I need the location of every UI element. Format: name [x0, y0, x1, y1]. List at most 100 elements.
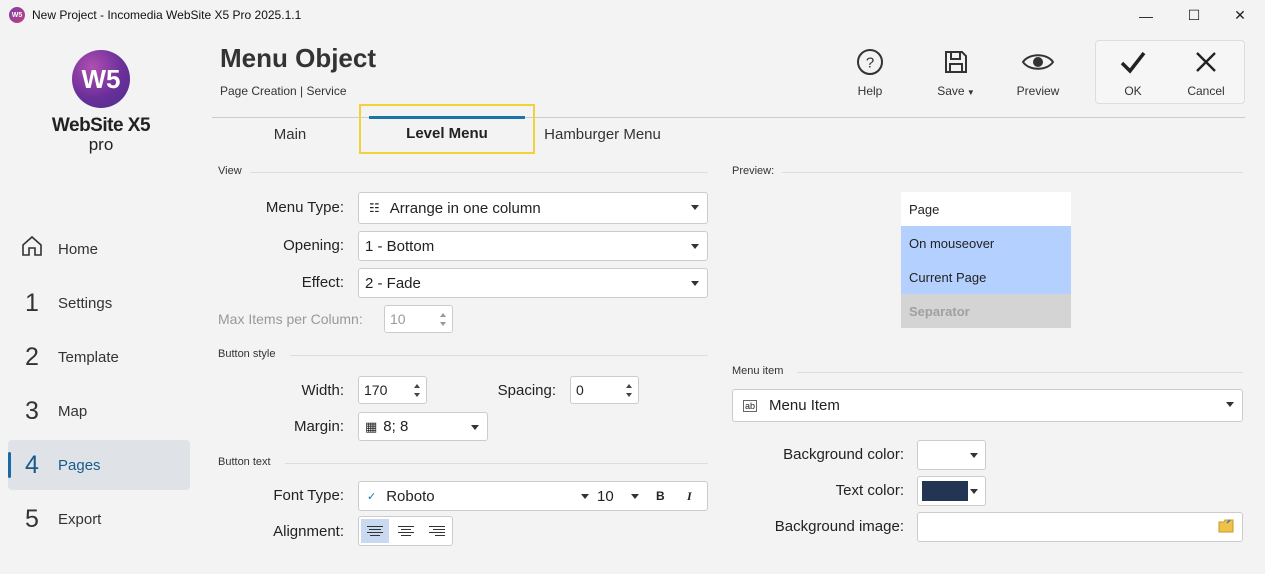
font-type-label: Font Type: [273, 487, 344, 504]
sidebar-item-label: Settings [58, 294, 113, 312]
breadcrumb: Page Creation | Service [220, 84, 347, 98]
logo-edition: pro [88, 135, 114, 154]
menu-type-label: Menu Type: [265, 199, 344, 216]
minimize-icon[interactable]: — [1123, 0, 1169, 31]
divider [285, 463, 708, 464]
divider [250, 172, 708, 173]
logo-name: WebSite X5 [51, 115, 151, 136]
save-label: Save [937, 84, 965, 98]
effect-value: 2 - Fade [365, 274, 421, 292]
checkmark-icon: ✓ [367, 490, 377, 503]
sidebar-item-label: Home [58, 240, 99, 258]
maximize-icon[interactable]: ☐ [1171, 0, 1217, 31]
document-icon: ☷ [369, 201, 380, 215]
page-title: Menu Object [220, 43, 377, 73]
bg-image-field[interactable] [917, 512, 1243, 542]
chevron-up-icon[interactable] [440, 313, 446, 317]
spacing-label: Spacing: [497, 382, 556, 399]
sidebar-item-export[interactable]: 5 Export [8, 494, 190, 544]
opening-value: 1 - Bottom [365, 237, 435, 255]
section-button-style: Button style [218, 348, 276, 360]
help-icon: ? [840, 46, 900, 78]
menu-item-select[interactable]: ab Menu Item [732, 389, 1243, 422]
max-items-label: Max Items per Column: [218, 311, 363, 327]
italic-button[interactable]: I [687, 489, 692, 504]
title-bar: W5 New Project - Incomedia WebSite X5 Pr… [0, 0, 1265, 31]
chevron-down-icon[interactable] [631, 494, 639, 499]
font-size-select[interactable]: 10 [597, 488, 614, 505]
step-number: 5 [25, 504, 39, 533]
help-button[interactable]: ? Help [840, 46, 900, 98]
chevron-down-icon [970, 489, 978, 494]
step-number: 2 [25, 342, 39, 371]
margin-select[interactable]: ▦ 8; 8 [358, 412, 488, 441]
effect-select[interactable]: 2 - Fade [358, 268, 708, 298]
x-icon [1176, 46, 1236, 78]
menu-type-select[interactable]: ☷ Arrange in one column [358, 192, 708, 224]
step-number: 4 [25, 450, 39, 479]
bg-color-swatch [922, 445, 968, 465]
section-menu-item: Menu item [732, 365, 784, 377]
sidebar-item-home[interactable]: Home [8, 224, 190, 274]
ok-button[interactable]: OK [1103, 46, 1163, 98]
alignment-group [358, 516, 453, 546]
chevron-down-icon: ▼ [964, 88, 975, 97]
chevron-down-icon[interactable] [414, 393, 420, 397]
preview-separator: Separator [901, 294, 1071, 328]
chevron-up-icon[interactable] [414, 384, 420, 388]
spacing-value: 0 [576, 382, 584, 398]
preview-button[interactable]: Preview [1008, 46, 1068, 98]
max-items-stepper[interactable]: 10 [384, 305, 453, 333]
chevron-up-icon[interactable] [626, 384, 632, 388]
logo-mark: W5 [72, 50, 130, 108]
checkmark-icon [1103, 46, 1163, 78]
save-button[interactable]: Save ▼ [926, 46, 986, 98]
sidebar-item-label: Export [58, 510, 102, 528]
align-left-icon[interactable] [361, 519, 389, 543]
chevron-down-icon[interactable] [626, 393, 632, 397]
margin-value: 8; 8 [383, 418, 409, 435]
step-number: 1 [25, 288, 39, 317]
step-number: 3 [25, 396, 39, 425]
opening-select[interactable]: 1 - Bottom [358, 231, 708, 261]
chevron-down-icon[interactable] [440, 322, 446, 326]
help-label: Help [857, 84, 883, 98]
sidebar-item-template[interactable]: 2 Template [8, 332, 190, 382]
width-label: Width: [301, 382, 344, 399]
text-color-swatch [922, 481, 968, 501]
close-window-icon[interactable]: ✕ [1217, 0, 1263, 31]
sidebar-item-label: Map [58, 402, 88, 420]
width-stepper[interactable]: 170 [358, 376, 427, 404]
bg-color-picker[interactable] [917, 440, 986, 470]
text-color-picker[interactable] [917, 476, 986, 506]
tab-main[interactable]: Main [240, 119, 340, 149]
align-right-icon[interactable] [423, 519, 451, 543]
sidebar-item-pages[interactable]: 4 Pages [8, 440, 190, 490]
margin-icon: ▦ [365, 418, 378, 434]
cancel-label: Cancel [1187, 84, 1225, 98]
divider [797, 372, 1243, 373]
bold-button[interactable]: B [656, 489, 665, 503]
sidebar-item-settings[interactable]: 1 Settings [8, 278, 190, 328]
font-family-select[interactable]: Roboto [386, 488, 586, 505]
spacing-stepper[interactable]: 0 [570, 376, 639, 404]
effect-label: Effect: [301, 274, 344, 291]
align-center-icon[interactable] [392, 519, 420, 543]
section-view: View [218, 165, 242, 177]
bg-image-label: Background image: [774, 518, 904, 535]
home-icon [8, 234, 48, 265]
tab-level-menu[interactable]: Level Menu [359, 104, 535, 154]
sidebar-item-map[interactable]: 3 Map [8, 386, 190, 436]
eye-icon [1008, 46, 1068, 78]
folder-icon[interactable] [1218, 519, 1234, 538]
cancel-button[interactable]: Cancel [1176, 46, 1236, 98]
chevron-down-icon [691, 281, 699, 286]
menu-item-value: Menu Item [769, 397, 840, 414]
tab-hamburger-menu[interactable]: Hamburger Menu [535, 119, 670, 149]
chevron-down-icon [691, 205, 699, 210]
divider [290, 355, 708, 356]
text-color-label: Text color: [835, 482, 904, 499]
chevron-down-icon[interactable] [581, 494, 589, 499]
window-title: New Project - Incomedia WebSite X5 Pro 2… [32, 8, 302, 22]
app-icon: W5 [9, 7, 25, 23]
